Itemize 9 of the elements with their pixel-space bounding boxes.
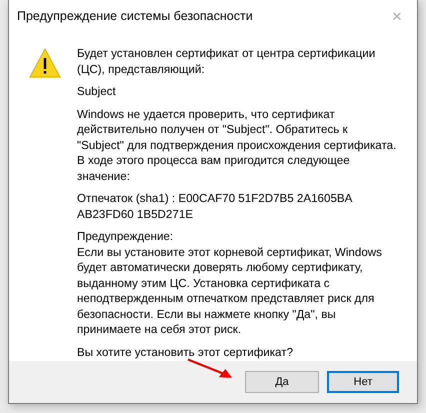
dialog-button[interactable]: Нет — [327, 371, 399, 393]
message-text: Windows не удается проверить, что сертификат действительно получен от "Subject". Обратитесь к "Subject" для подтверждения происхождения сертификата. В ходе этого процесса вам пригодится следующее значение: — [77, 106, 397, 184]
message-text: Будет установлен сертификат от центра сертификации (ЦС), представляющий: — [77, 46, 376, 77]
dialog-button[interactable]: Да — [245, 371, 319, 393]
message-text: Предупреждение: Если вы установите этот корневой сертификат, Windows будет автоматически доверять любому сертификату, выданному этим ЦС. Установка сертификата с неподтвержденным отпечатком представляет риск для безопасности. Если вы нажмете кнопку "Да", вы принимаете на себя этот риск. — [77, 229, 383, 338]
message-text: Вы хотите установить этот сертификат? — [77, 344, 294, 360]
message-text: Отпечаток (sha1) : E00CAF70 51F2D7B5 2A1605BA AB23FD60 1B5D271E — [77, 191, 354, 222]
window-title: Предупреждение системы безопасности — [17, 9, 253, 23]
message-text: Subject — [77, 84, 117, 100]
